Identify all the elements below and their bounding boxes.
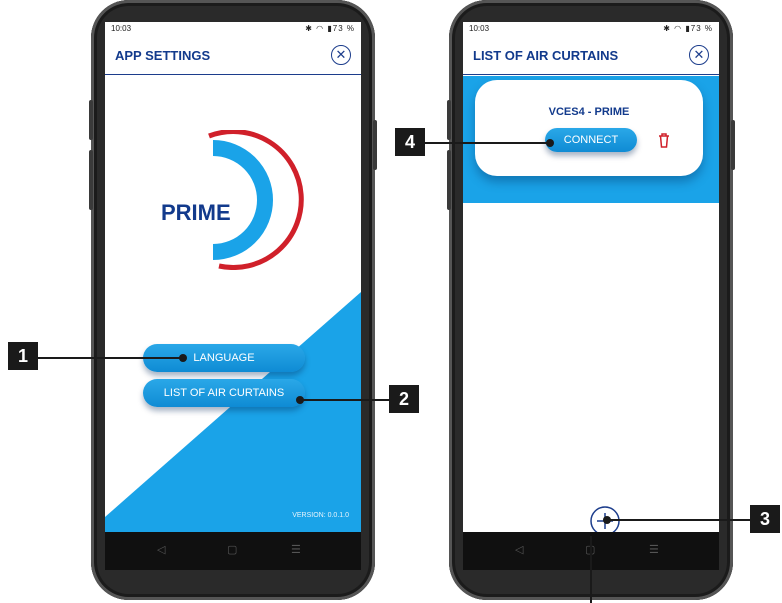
side-button xyxy=(447,150,451,210)
side-button xyxy=(89,150,93,210)
list-of-air-curtains-button[interactable]: LIST OF AIR CURTAINS xyxy=(143,379,305,407)
status-bar: 10:03 ✱ ◠ ▮73 % xyxy=(463,22,719,36)
close-icon[interactable]: ✕ xyxy=(689,45,709,65)
side-button xyxy=(89,100,93,140)
status-time: 10:03 xyxy=(469,24,490,33)
menu-icon[interactable]: ☰ xyxy=(291,543,301,556)
callout-1: 1 xyxy=(8,342,38,370)
header: LIST OF AIR CURTAINS ✕ xyxy=(463,36,719,75)
callout-dot-2 xyxy=(296,396,304,404)
device-card: VCES4 - PRIME CONNECT xyxy=(475,80,703,176)
air-curtains-list-screen: 10:03 ✱ ◠ ▮73 % LIST OF AIR CURTAINS ✕ V… xyxy=(463,22,719,570)
app-settings-screen: 10:03 ✱ ◠ ▮73 % APP SETTINGS ✕ PRIME LAN… xyxy=(105,22,361,570)
home-icon[interactable]: ▢ xyxy=(227,543,237,556)
trash-icon[interactable] xyxy=(657,132,671,148)
callout-line-2 xyxy=(300,399,389,401)
background-shape xyxy=(105,292,361,532)
callout-dot-4 xyxy=(546,139,554,147)
status-icons: ✱ ◠ ▮73 % xyxy=(663,24,713,33)
right-phone: 10:03 ✱ ◠ ▮73 % LIST OF AIR CURTAINS ✕ V… xyxy=(447,0,735,600)
side-button xyxy=(447,100,451,140)
callout-dot-3 xyxy=(603,516,611,524)
side-button xyxy=(731,120,735,170)
navigation-bar: ◁ ▢ ☰ xyxy=(105,532,361,570)
callout-line-3-down xyxy=(590,536,592,603)
device-name: VCES4 - PRIME xyxy=(548,106,630,118)
callout-dot-1 xyxy=(179,354,187,362)
callout-2: 2 xyxy=(389,385,419,413)
page-title: LIST OF AIR CURTAINS xyxy=(473,48,619,63)
back-icon[interactable]: ◁ xyxy=(157,543,165,556)
menu-icon[interactable]: ☰ xyxy=(649,543,659,556)
left-phone: 10:03 ✱ ◠ ▮73 % APP SETTINGS ✕ PRIME LAN… xyxy=(89,0,377,600)
logo-text: PRIME xyxy=(161,200,231,225)
version-label: VERSION: 0.0.1.0 xyxy=(292,512,349,519)
side-button xyxy=(373,120,377,170)
callout-line-3 xyxy=(607,519,750,521)
back-icon[interactable]: ◁ xyxy=(515,543,523,556)
callout-line-4 xyxy=(425,142,550,144)
connect-button[interactable]: CONNECT xyxy=(545,128,637,152)
callout-line-1 xyxy=(38,357,183,359)
callout-4: 4 xyxy=(395,128,425,156)
callout-3: 3 xyxy=(750,505,780,533)
